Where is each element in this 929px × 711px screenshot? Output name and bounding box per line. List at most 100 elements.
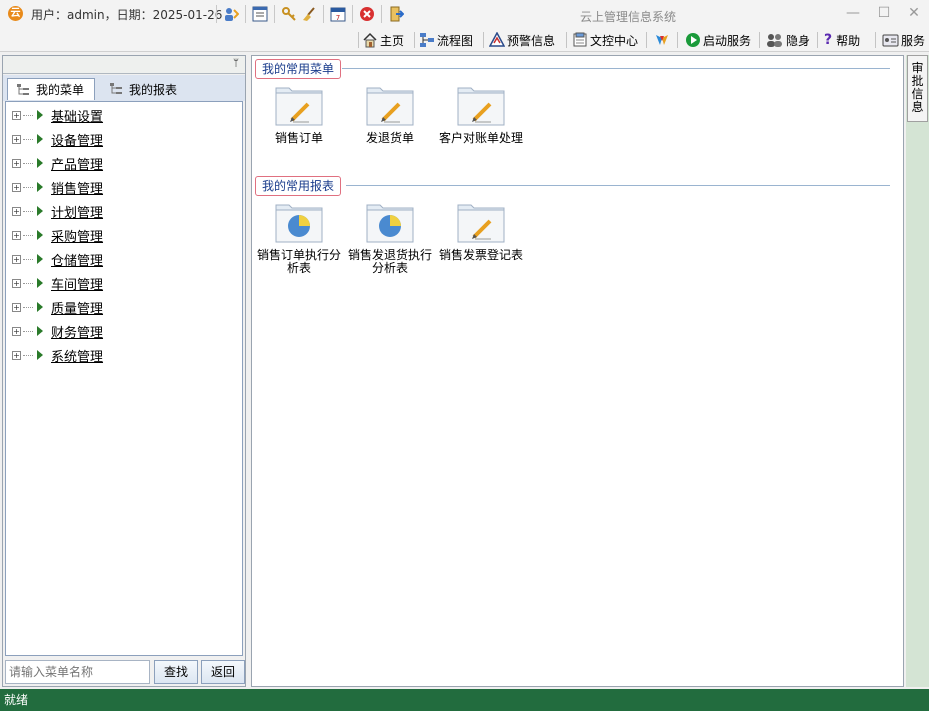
menu-search-row: 查找 返回	[5, 660, 245, 684]
broom-icon[interactable]	[299, 4, 319, 24]
tree-item[interactable]: + 计划管理	[12, 202, 104, 221]
report-shortcut-order-analysis[interactable]: 销售订单执行分析表	[254, 201, 344, 275]
expand-icon[interactable]: +	[12, 182, 21, 192]
start-service-button[interactable]: 启动服务	[685, 30, 751, 50]
menu-shortcut-label: 客户对账单处理	[438, 131, 523, 145]
menu-shortcut-reconciliation[interactable]: 客户对账单处理	[436, 84, 526, 145]
status-bar: 就绪	[0, 689, 929, 711]
left-panel: ᛘ 我的菜单 我的报表 + 基础设置 + 设备管理 + 产品管理 + 销售管理 + 计划管…	[2, 55, 246, 687]
brand-logo-icon	[656, 35, 668, 45]
arrow-right-icon	[37, 278, 43, 288]
folder-pie-icon	[366, 201, 414, 243]
play-icon	[686, 33, 700, 47]
tree-connector	[23, 114, 33, 116]
separator	[358, 32, 359, 48]
expand-icon[interactable]: +	[12, 302, 21, 312]
separator	[381, 5, 382, 23]
home-label: 主页	[380, 33, 405, 48]
tree-item[interactable]: + 财务管理	[12, 322, 103, 341]
report-shortcut-invoice-register[interactable]: 销售发票登记表	[436, 201, 526, 262]
expand-icon[interactable]: +	[12, 230, 21, 240]
tree-item-label: 计划管理	[51, 205, 104, 221]
expand-icon[interactable]: +	[12, 278, 21, 288]
left-panel-header: ᛘ	[3, 56, 245, 74]
approval-info-tab[interactable]: 审批信息	[907, 55, 928, 122]
expand-icon[interactable]: +	[12, 134, 21, 144]
report-shortcut-delivery-analysis[interactable]: 销售发退货执行分析表	[345, 201, 435, 275]
separator	[875, 32, 876, 48]
back-button[interactable]: 返回	[201, 660, 245, 684]
separator	[245, 5, 246, 23]
tree-item[interactable]: + 销售管理	[12, 178, 104, 197]
flowchart-button[interactable]: 流程图	[419, 30, 473, 50]
hide-button[interactable]: 隐身	[766, 30, 810, 50]
key-icon[interactable]	[279, 4, 299, 24]
maximize-button[interactable]: ☐	[873, 4, 895, 22]
tab-my-reports[interactable]: 我的报表	[101, 78, 187, 100]
separator	[414, 32, 415, 48]
tree-item-label: 系统管理	[51, 349, 104, 365]
my-reports-title: 我的常用报表	[255, 176, 342, 196]
arrow-right-icon	[37, 206, 43, 216]
folder-pie-icon	[275, 201, 323, 243]
quick-icons: 7	[212, 4, 406, 24]
tab-my-menu[interactable]: 我的菜单	[7, 78, 96, 100]
minimize-button[interactable]: —	[842, 4, 864, 22]
tree-item[interactable]: + 采购管理	[12, 226, 103, 245]
tree-connector	[23, 162, 33, 164]
help-icon: ?	[824, 32, 833, 48]
tree-item-label: 产品管理	[51, 157, 104, 173]
calendar-icon[interactable]: 7	[328, 4, 348, 24]
arrow-right-icon	[37, 134, 43, 144]
help-button[interactable]: ? 帮助	[824, 30, 860, 50]
expand-icon[interactable]: +	[12, 254, 21, 264]
warning-button[interactable]: 预警信息	[489, 30, 555, 50]
brand-button[interactable]	[654, 30, 672, 50]
folder-edit-icon	[275, 84, 323, 126]
menu-shortcut-delivery[interactable]: 发退货单	[345, 84, 435, 145]
separator	[323, 5, 324, 23]
tree-item[interactable]: + 质量管理	[12, 298, 103, 317]
tree-icon	[17, 83, 29, 95]
tree-item-label: 销售管理	[51, 181, 104, 197]
expand-icon[interactable]: +	[12, 158, 21, 168]
home-icon	[363, 32, 377, 48]
tree-item[interactable]: + 仓储管理	[12, 250, 103, 269]
arrow-right-icon	[37, 158, 43, 168]
tree-item[interactable]: + 基础设置	[12, 106, 103, 125]
exit-icon[interactable]	[386, 4, 406, 24]
separator	[677, 32, 678, 48]
tree-item-label: 设备管理	[51, 133, 104, 149]
expand-icon[interactable]: +	[12, 206, 21, 216]
tree-item[interactable]: + 产品管理	[12, 154, 104, 173]
search-button[interactable]: 查找	[154, 660, 198, 684]
close-red-icon[interactable]	[357, 4, 377, 24]
separator	[646, 32, 647, 48]
section-divider	[342, 68, 890, 69]
home-button[interactable]: 主页	[362, 30, 404, 50]
pin-icon[interactable]: ᛘ	[230, 58, 242, 70]
flowchart-icon	[420, 33, 434, 47]
svg-text:7: 7	[336, 14, 340, 22]
title-bar: 云 用户：admin，日期：2025-01-26 7 云上管理信息系统 — ☐ …	[0, 0, 929, 28]
expand-icon[interactable]: +	[12, 326, 21, 336]
tree-item[interactable]: + 系统管理	[12, 346, 104, 365]
menu-shortcut-label: 发退货单	[365, 131, 414, 145]
separator	[759, 32, 760, 48]
service-button[interactable]: 服务	[882, 30, 925, 50]
section-divider	[346, 185, 890, 186]
tree-item-label: 车间管理	[51, 277, 104, 293]
hide-label: 隐身	[786, 33, 811, 48]
tree-item[interactable]: + 设备管理	[12, 130, 104, 149]
expand-icon[interactable]: +	[12, 350, 21, 360]
user-switch-icon[interactable]	[221, 4, 241, 24]
close-button[interactable]: ✕	[903, 4, 925, 22]
tree-connector	[23, 210, 33, 212]
expand-icon[interactable]: +	[12, 110, 21, 120]
tree-item[interactable]: + 车间管理	[12, 274, 104, 293]
menu-search-input[interactable]	[5, 660, 150, 684]
docs-button[interactable]: 文控中心	[572, 30, 638, 50]
tree-connector	[23, 258, 33, 260]
window-list-icon[interactable]	[250, 4, 270, 24]
menu-shortcut-sales-order[interactable]: 销售订单	[254, 84, 344, 145]
